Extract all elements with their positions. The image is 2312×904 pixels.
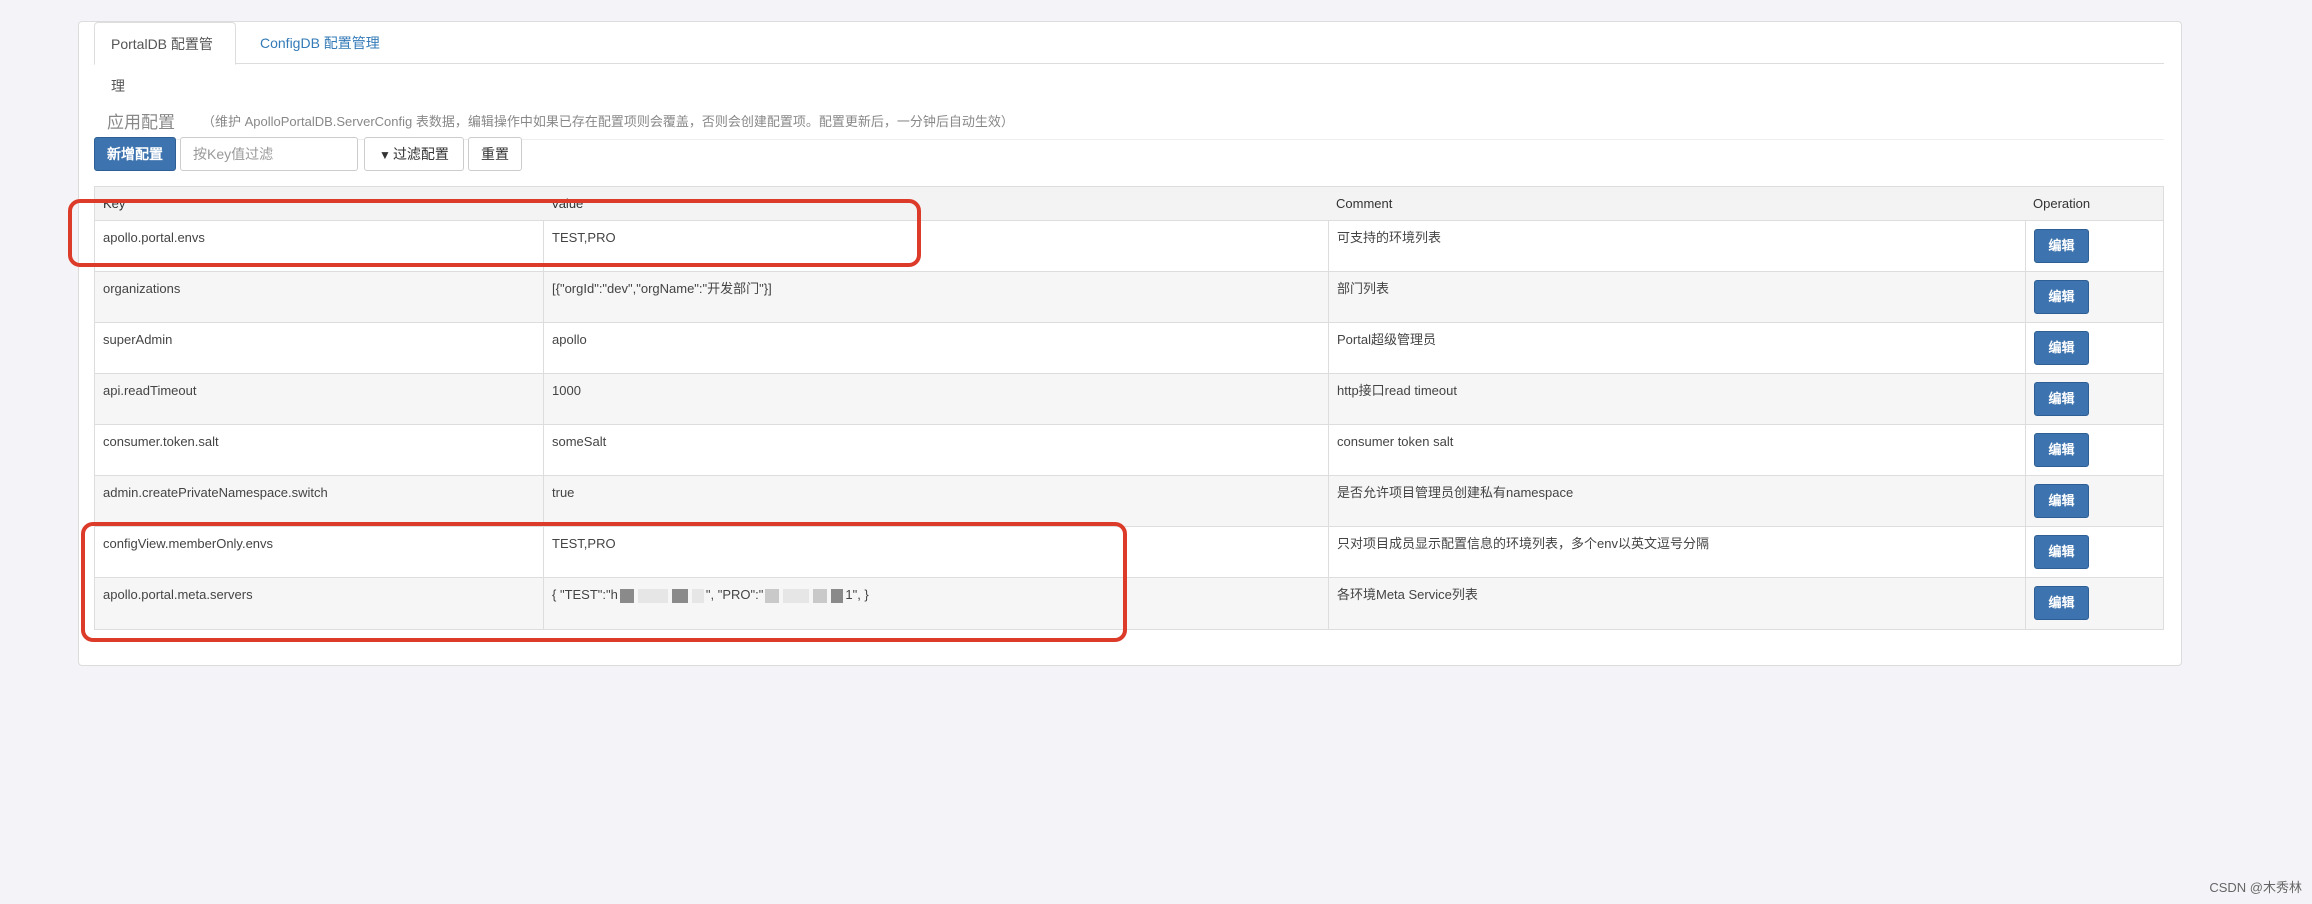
edit-button[interactable]: 编辑: [2034, 433, 2089, 467]
edit-button[interactable]: 编辑: [2034, 331, 2089, 365]
edit-button[interactable]: 编辑: [2034, 280, 2089, 314]
cell-key: admin.createPrivateNamespace.switch: [103, 485, 328, 500]
table-row: api.readTimeout 1000 http接口read timeout …: [95, 374, 2163, 425]
section-title: 应用配置: [107, 113, 175, 132]
config-table: Key Value Comment Operation apollo.porta…: [94, 186, 2164, 630]
key-filter-input[interactable]: 按Key值过滤: [180, 137, 358, 171]
redacted-block: [671, 588, 688, 603]
cell-operation: 编辑: [2025, 425, 2165, 476]
cell-key: consumer.token.salt: [103, 434, 219, 449]
cell-operation: 编辑: [2025, 221, 2165, 272]
edit-button[interactable]: 编辑: [2034, 535, 2089, 569]
cell-key: organizations: [103, 281, 181, 296]
table-row: consumer.token.salt someSalt consumer to…: [95, 425, 2163, 476]
cell-value: [{"orgId":"dev","orgName":"开发部门"}]: [543, 272, 1328, 323]
cell-value: apollo: [543, 323, 1328, 374]
table-row: configView.memberOnly.envs TEST,PRO 只对项目…: [95, 527, 2163, 578]
cell-operation: 编辑: [2025, 272, 2165, 323]
cell-key: superAdmin: [103, 332, 173, 347]
cell-value: someSalt: [543, 425, 1328, 476]
header-comment: Comment: [1336, 196, 1393, 211]
cell-comment: Portal超级管理员: [1328, 323, 2025, 374]
section-header: 应用配置 （维护 ApolloPortalDB.ServerConfig 表数据…: [94, 78, 2164, 140]
redacted-block: [691, 588, 704, 603]
tab-configdb[interactable]: ConfigDB 配置管理: [244, 22, 396, 65]
redacted-block: [831, 588, 844, 603]
redacted-block: [765, 588, 780, 603]
cell-operation: 编辑: [2025, 527, 2165, 578]
cell-key: api.readTimeout: [103, 383, 197, 398]
cell-comment: consumer token salt: [1328, 425, 2025, 476]
cell-value: TEST,PRO: [543, 527, 1328, 578]
cell-comment: 只对项目成员显示配置信息的环境列表，多个env以英文逗号分隔: [1328, 527, 2025, 578]
cell-comment: 各环境Meta Service列表: [1328, 578, 2025, 629]
config-panel: PortalDB 配置管理 ConfigDB 配置管理 应用配置 （维护 Apo…: [78, 21, 2182, 666]
redacted-block: [783, 588, 810, 603]
cell-comment: http接口read timeout: [1328, 374, 2025, 425]
section-description: （维护 ApolloPortalDB.ServerConfig 表数据，编辑操作…: [202, 114, 1014, 129]
tab-portaldb[interactable]: PortalDB 配置管理: [94, 22, 236, 94]
header-value: Value: [551, 196, 584, 211]
cell-value: { "TEST":"h ", "PRO":" 1", }: [543, 578, 1328, 629]
cell-comment: 是否允许项目管理员创建私有namespace: [1328, 476, 2025, 527]
edit-button[interactable]: 编辑: [2034, 586, 2089, 620]
filter-config-button[interactable]: ▼ 过滤配置: [364, 137, 464, 171]
cell-comment: 可支持的环境列表: [1328, 221, 2025, 272]
table-row: superAdmin apollo Portal超级管理员 编辑: [95, 323, 2163, 374]
edit-button[interactable]: 编辑: [2034, 382, 2089, 416]
cell-operation: 编辑: [2025, 578, 2165, 629]
cell-value: 1000: [543, 374, 1328, 425]
header-key: Key: [103, 196, 126, 211]
cell-comment: 部门列表: [1328, 272, 2025, 323]
watermark: CSDN @木秀林: [2209, 880, 2302, 895]
table-row: apollo.portal.envs TEST,PRO 可支持的环境列表 编辑: [95, 221, 2163, 272]
cell-key: apollo.portal.envs: [103, 230, 205, 245]
redacted-block: [619, 588, 634, 603]
value-part: 1", }: [845, 587, 869, 602]
filter-config-label: 过滤配置: [392, 146, 449, 162]
table-header: Key Value Comment Operation: [95, 187, 2163, 221]
reset-button[interactable]: 重置: [468, 137, 522, 171]
edit-button[interactable]: 编辑: [2034, 229, 2089, 263]
cell-operation: 编辑: [2025, 476, 2165, 527]
value-part: ", "PRO":": [705, 587, 764, 602]
cell-key: apollo.portal.meta.servers: [103, 587, 253, 602]
edit-button[interactable]: 编辑: [2034, 484, 2089, 518]
table-row: organizations [{"orgId":"dev","orgName":…: [95, 272, 2163, 323]
cell-value: TEST,PRO: [543, 221, 1328, 272]
cell-operation: 编辑: [2025, 374, 2165, 425]
table-row: apollo.portal.meta.servers { "TEST":"h ",…: [95, 578, 2163, 629]
filter-icon: ▼: [379, 148, 391, 162]
cell-value: true: [543, 476, 1328, 527]
table-row: admin.createPrivateNamespace.switch true…: [95, 476, 2163, 527]
tab-bar: PortalDB 配置管理 ConfigDB 配置管理: [94, 22, 2164, 94]
add-config-button[interactable]: 新增配置: [94, 137, 176, 171]
header-operation: Operation: [2033, 196, 2091, 211]
redacted-block: [637, 588, 668, 603]
value-part: { "TEST":"h: [552, 587, 618, 602]
cell-key: configView.memberOnly.envs: [103, 536, 274, 551]
redacted-block: [813, 588, 828, 603]
cell-operation: 编辑: [2025, 323, 2165, 374]
